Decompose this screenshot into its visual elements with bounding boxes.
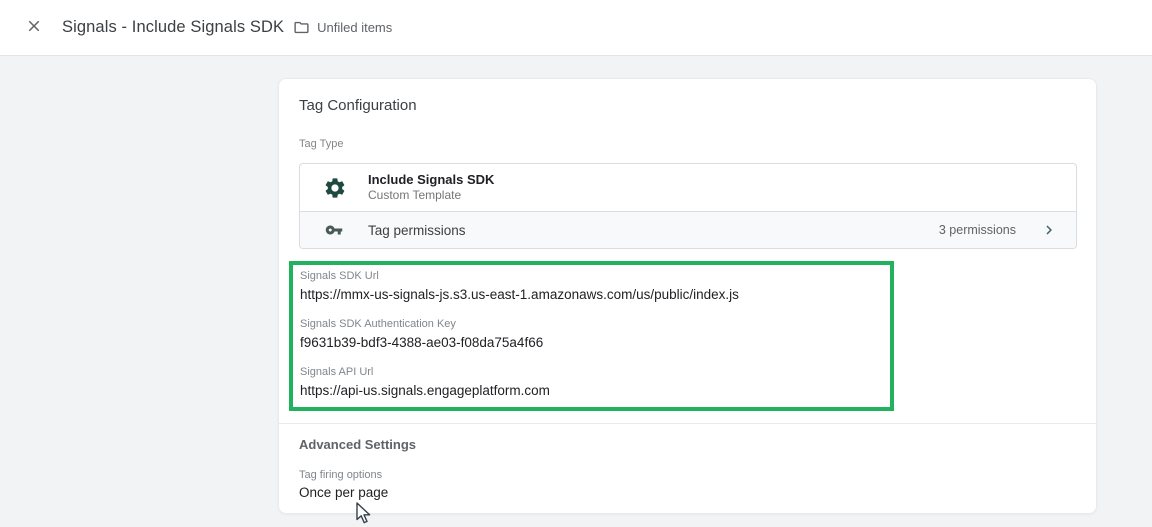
permissions-count: 3 permissions <box>939 223 1016 237</box>
page-title: Signals - Include Signals SDK <box>62 18 284 37</box>
param-auth-key: Signals SDK Authentication Key f9631b39-… <box>300 317 890 352</box>
section-divider <box>278 423 1097 424</box>
highlighted-parameters-box: Signals SDK Url https://mmx-us-signals-j… <box>289 261 894 411</box>
param-label: Signals API Url <box>300 365 890 380</box>
folder-icon <box>293 19 310 36</box>
param-value: f9631b39-bdf3-4388-ae03-f08da75a4f66 <box>300 334 890 352</box>
param-value: https://api-us.signals.engageplatform.co… <box>300 382 890 400</box>
tag-firing-options-value: Once per page <box>299 485 1076 500</box>
card-title: Tag Configuration <box>299 97 1076 114</box>
tag-type-subtitle: Custom Template <box>368 188 494 203</box>
advanced-settings-header[interactable]: Advanced Settings <box>299 437 1076 452</box>
gear-icon <box>323 176 347 200</box>
tag-configuration-card: Tag Configuration Tag Type Include Signa… <box>278 78 1097 514</box>
tag-type-label: Tag Type <box>299 138 1076 150</box>
key-icon <box>325 220 345 240</box>
close-icon <box>25 17 43 38</box>
param-value: https://mmx-us-signals-js.s3.us-east-1.a… <box>300 286 890 304</box>
param-label: Signals SDK Url <box>300 269 890 284</box>
param-sdk-url: Signals SDK Url https://mmx-us-signals-j… <box>300 269 890 304</box>
tag-permissions-row[interactable]: Tag permissions 3 permissions <box>300 211 1076 248</box>
tag-firing-options-label: Tag firing options <box>299 469 1076 481</box>
tag-type-box: Include Signals SDK Custom Template Tag … <box>299 163 1077 249</box>
dialog-header: Signals - Include Signals SDK Unfiled it… <box>0 0 1152 56</box>
close-button[interactable] <box>18 12 50 44</box>
param-label: Signals SDK Authentication Key <box>300 317 890 332</box>
chevron-right-icon <box>1040 221 1058 239</box>
tag-permissions-label: Tag permissions <box>368 223 939 238</box>
folder-chip: Unfiled items <box>293 19 392 36</box>
param-api-url: Signals API Url https://api-us.signals.e… <box>300 365 890 400</box>
tag-type-row[interactable]: Include Signals SDK Custom Template <box>300 164 1076 211</box>
folder-name: Unfiled items <box>317 20 392 35</box>
tag-type-name: Include Signals SDK <box>368 172 494 188</box>
